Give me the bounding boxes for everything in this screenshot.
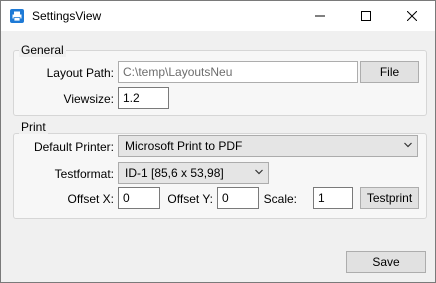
- client-area: General Layout Path: C:\temp\LayoutsNeu …: [1, 31, 435, 282]
- layout-path-field[interactable]: C:\temp\LayoutsNeu: [118, 61, 358, 83]
- chevron-down-icon: [404, 142, 412, 148]
- general-group-label: General: [19, 43, 66, 57]
- close-button[interactable]: [389, 1, 435, 31]
- maximize-button[interactable]: [343, 1, 389, 31]
- printer-icon: [10, 9, 24, 23]
- settings-window: SettingsView General Layout Path: C:\tem…: [0, 0, 436, 283]
- title-bar[interactable]: SettingsView: [1, 1, 435, 31]
- layout-path-label: Layout Path:: [46, 66, 114, 80]
- default-printer-label: Default Printer:: [33, 140, 114, 154]
- offset-y-label: Offset Y:: [167, 192, 213, 206]
- viewsize-field[interactable]: 1.2: [118, 87, 169, 109]
- scale-label: Scale:: [263, 192, 297, 206]
- testprint-button[interactable]: Testprint: [360, 187, 419, 209]
- file-button[interactable]: File: [360, 61, 419, 83]
- viewsize-label: Viewsize:: [63, 92, 114, 106]
- minimize-button[interactable]: [297, 1, 343, 31]
- close-icon: [407, 11, 417, 21]
- minimize-icon: [315, 15, 325, 17]
- chevron-down-icon: [255, 169, 263, 175]
- default-printer-value: Microsoft Print to PDF: [125, 139, 243, 153]
- offset-y-field[interactable]: 0: [217, 187, 259, 209]
- testformat-select[interactable]: ID-1 [85,6 x 53,98]: [118, 162, 269, 184]
- testformat-label: Testformat:: [54, 167, 114, 181]
- maximize-icon: [361, 11, 371, 21]
- offset-x-label: Offset X:: [67, 192, 114, 206]
- scale-field[interactable]: 1: [313, 187, 353, 209]
- save-button[interactable]: Save: [346, 251, 426, 273]
- testformat-value: ID-1 [85,6 x 53,98]: [125, 166, 224, 180]
- offset-x-field[interactable]: 0: [118, 187, 160, 209]
- default-printer-select[interactable]: Microsoft Print to PDF: [118, 135, 418, 157]
- window-title: SettingsView: [32, 9, 102, 23]
- general-group: [13, 50, 427, 116]
- print-group-label: Print: [19, 120, 48, 134]
